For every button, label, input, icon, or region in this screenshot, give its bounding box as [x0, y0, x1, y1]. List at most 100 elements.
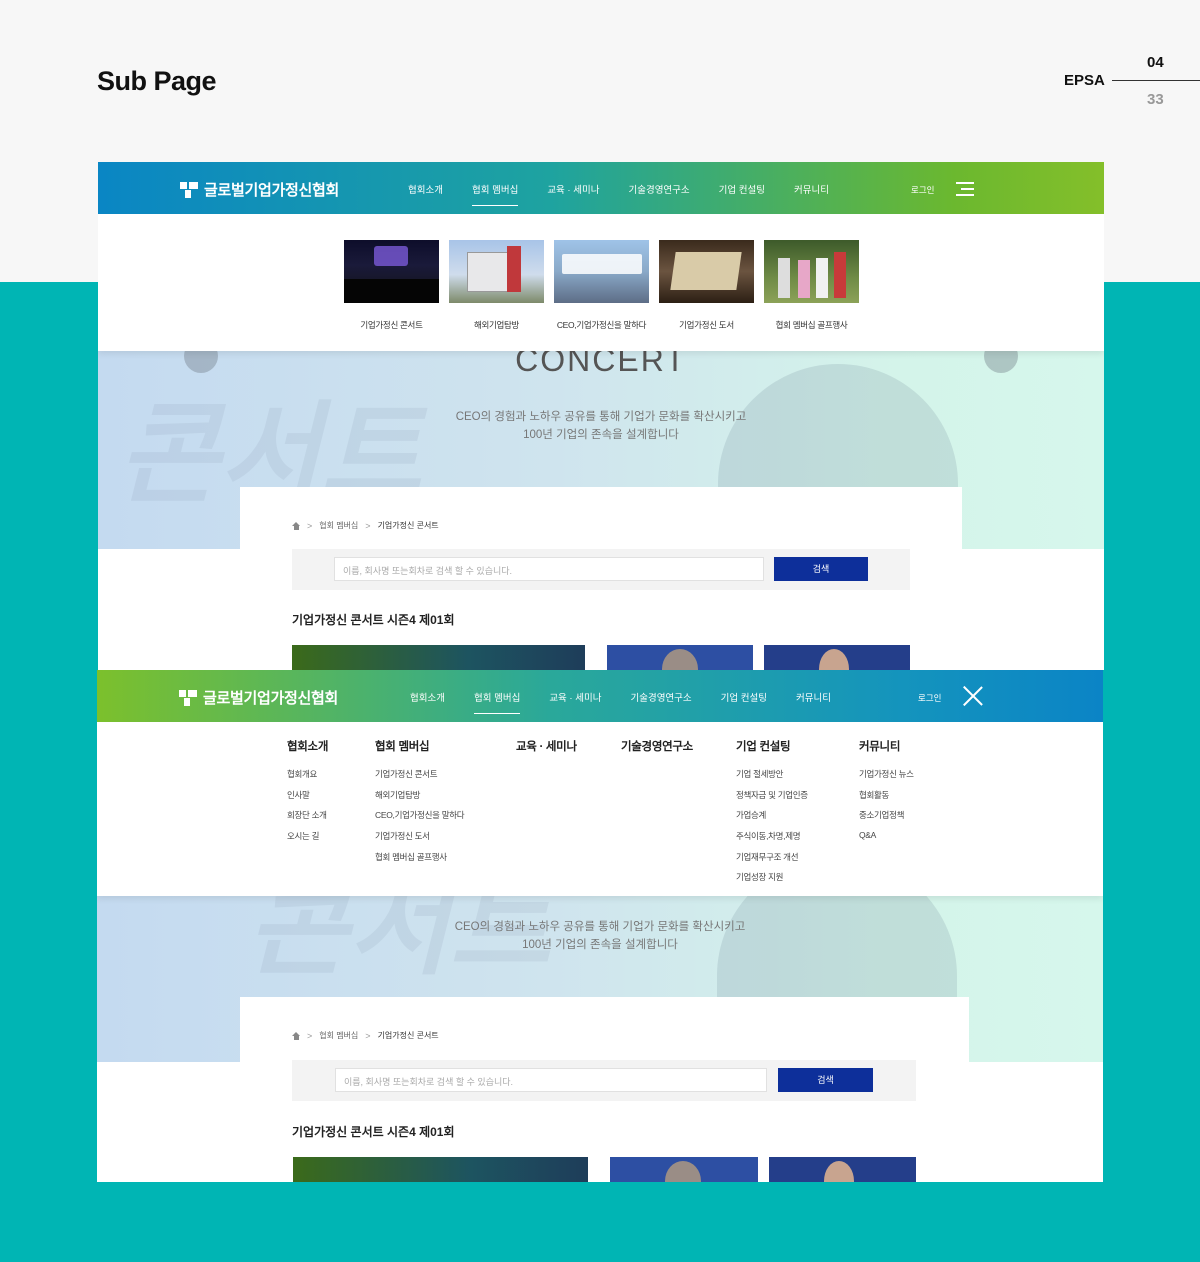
chevron-right-icon: >: [365, 520, 371, 531]
mega-link[interactable]: 회장단 소개: [287, 809, 328, 830]
mega-link[interactable]: 기업가정신 뉴스: [859, 768, 914, 789]
breadcrumb-current: 기업가정신 콘서트: [377, 521, 439, 530]
submenu-item-concert[interactable]: 기업가정신 콘서트: [344, 240, 439, 331]
global-nav: 글로벌기업가정신협회 협회소개 협회 멤버십 교육 · 세미나 기술경영연구소 …: [98, 162, 1104, 214]
mega-heading[interactable]: 협회 멤버십: [375, 738, 464, 754]
mega-link[interactable]: 기업재무구조 개선: [736, 851, 808, 872]
book-thumbnail: [659, 240, 754, 303]
search-bar: 이름, 회사명 또는회차로 검색 할 수 있습니다. 검색: [292, 1060, 916, 1101]
mega-heading[interactable]: 기술경영연구소: [621, 738, 693, 754]
mega-heading[interactable]: 커뮤니티: [859, 738, 914, 754]
mega-heading[interactable]: 협회소개: [287, 738, 328, 754]
section-title: 기업가정신 콘서트 시즌4 제01회: [292, 613, 455, 627]
submenu-item-overseas-tour[interactable]: 해외기업탐방: [449, 240, 544, 331]
menu-item-education[interactable]: 교육 · 세미나: [547, 182, 599, 196]
concert-thumbnail: [344, 240, 439, 303]
main-menu: 협회소개 협회 멤버십 교육 · 세미나 기술경영연구소 기업 컨설팅 커뮤니티: [408, 182, 829, 206]
close-icon[interactable]: [963, 686, 983, 706]
menu-item-membership[interactable]: 협회 멤버십: [471, 182, 519, 206]
submenu-item-golf[interactable]: 협회 멤버십 골프행사: [764, 240, 859, 331]
search-bar: 이름, 회사명 또는회차로 검색 할 수 있습니다. 검색: [292, 549, 910, 590]
search-input[interactable]: 이름, 회사명 또는회차로 검색 할 수 있습니다.: [335, 1068, 767, 1092]
mega-link[interactable]: 해외기업탐방: [375, 789, 464, 810]
photo-thumbnail[interactable]: [610, 1157, 758, 1182]
mega-link[interactable]: 협회개요: [287, 768, 328, 789]
mega-column-consulting: 기업 컨설팅 기업 절세방안 정책자금 및 기업인증 가업승계 주식이동,차명,…: [736, 738, 808, 892]
search-button[interactable]: 검색: [774, 557, 868, 581]
mega-link[interactable]: 인사말: [287, 789, 328, 810]
menu-item-consulting[interactable]: 기업 컨설팅: [719, 182, 765, 196]
video-thumbnail[interactable]: [293, 1157, 588, 1182]
mega-heading[interactable]: 기업 컨설팅: [736, 738, 808, 754]
home-icon[interactable]: [292, 521, 300, 530]
hero-tagline-1: CEO의 경험과 노하우 공유를 통해 기업가 문화를 확산시키고: [455, 411, 747, 423]
breadcrumb: > 협회 멤버십 > 기업가정신 콘서트: [292, 520, 439, 531]
mega-link[interactable]: 오시는 길: [287, 830, 328, 851]
mega-link[interactable]: 기업 절세방안: [736, 768, 808, 789]
site-logo[interactable]: 글로벌기업가정신협회: [179, 687, 338, 708]
submenu-item-ceo-talk[interactable]: CEO,기업가정신을 말하다: [554, 240, 649, 331]
menu-item-about[interactable]: 협회소개: [410, 690, 445, 704]
menu-item-about[interactable]: 협회소개: [408, 182, 443, 196]
ceo-thumbnail: [554, 240, 649, 303]
photo-thumbnail[interactable]: [607, 645, 753, 670]
menu-item-consulting[interactable]: 기업 컨설팅: [721, 690, 767, 704]
hamburger-icon[interactable]: [956, 182, 974, 196]
content-panel: > 협회 멤버십 > 기업가정신 콘서트 이름, 회사명 또는회차로 검색 할 …: [240, 487, 962, 670]
breadcrumb-level1[interactable]: 협회 멤버십: [319, 520, 358, 531]
mega-link[interactable]: 기업가정신 콘서트: [375, 768, 464, 789]
submenu-item-books[interactable]: 기업가정신 도서: [659, 240, 754, 331]
global-nav: 글로벌기업가정신협회 협회소개 협회 멤버십 교육 · 세미나 기술경영연구소 …: [97, 670, 1103, 722]
page-divider: [1112, 80, 1200, 81]
video-thumbnail[interactable]: [292, 645, 585, 670]
mega-link[interactable]: 기업성장 지원: [736, 871, 808, 892]
mega-column-community: 커뮤니티 기업가정신 뉴스 협회활동 중소기업정책 Q&A: [859, 738, 914, 851]
mega-link[interactable]: 주식이동,차명,제명: [736, 830, 808, 851]
section-title: 기업가정신 콘서트 시즌4 제01회: [292, 1125, 455, 1139]
breadcrumb-current: 기업가정신 콘서트: [377, 1031, 439, 1040]
mega-heading[interactable]: 교육 · 세미나: [516, 738, 577, 754]
mega-link[interactable]: CEO,기업가정신을 말하다: [375, 809, 465, 830]
login-link[interactable]: 로그인: [918, 692, 941, 704]
mega-link[interactable]: 협회 멤버십 골프행사: [375, 851, 464, 872]
page-total: 33: [1147, 91, 1164, 108]
mega-link[interactable]: 정책자금 및 기업인증: [736, 789, 808, 810]
search-button[interactable]: 검색: [778, 1068, 873, 1092]
breadcrumb-level1[interactable]: 협회 멤버십: [319, 1030, 358, 1041]
menu-item-education[interactable]: 교육 · 세미나: [549, 690, 601, 704]
chevron-right-icon: >: [307, 520, 313, 531]
photo-thumbnail[interactable]: [769, 1157, 916, 1182]
screenshot-megamenu-open: 콘서트 CEO의 경험과 노하우 공유를 통해 기업가 문화를 확산시키고 10…: [97, 670, 1103, 1182]
brand-label: EPSA: [1064, 72, 1105, 89]
search-input[interactable]: 이름, 회사명 또는회차로 검색 할 수 있습니다.: [334, 557, 764, 581]
site-logo[interactable]: 글로벌기업가정신협회: [180, 179, 339, 200]
membership-submenu: 기업가정신 콘서트 해외기업탐방 CEO,기업가정신을 말하다 기업가정신 도서…: [98, 214, 1104, 351]
mega-link[interactable]: Q&A: [859, 830, 914, 851]
mega-link[interactable]: 중소기업정책: [859, 809, 914, 830]
menu-item-research[interactable]: 기술경영연구소: [630, 690, 691, 704]
menu-item-research[interactable]: 기술경영연구소: [628, 182, 689, 196]
login-link[interactable]: 로그인: [911, 184, 934, 196]
mega-link[interactable]: 기업가정신 도서: [375, 830, 464, 851]
chevron-right-icon: >: [307, 1030, 313, 1041]
breadcrumb: > 협회 멤버십 > 기업가정신 콘서트: [292, 1030, 439, 1041]
golf-thumbnail: [764, 240, 859, 303]
mega-column-membership: 협회 멤버십 기업가정신 콘서트 해외기업탐방 CEO,기업가정신을 말하다 기…: [375, 738, 465, 872]
screenshot-submenu-open: 콘서트 CONCERT CEO의 경험과 노하우 공유를 통해 기업가 문화를 …: [98, 162, 1104, 670]
mega-menu: 협회소개 협회개요 인사말 회장단 소개 오시는 길 협회 멤버십 기업가정신 …: [97, 722, 1103, 896]
mega-link[interactable]: 협회활동: [859, 789, 914, 810]
logo-mark: [179, 689, 197, 706]
mega-column-about: 협회소개 협회개요 인사말 회장단 소개 오시는 길: [287, 738, 328, 851]
menu-item-community[interactable]: 커뮤니티: [794, 182, 829, 196]
menu-item-community[interactable]: 커뮤니티: [796, 690, 831, 704]
home-icon[interactable]: [292, 1031, 300, 1040]
mega-column-education: 교육 · 세미나: [516, 738, 577, 754]
page-title: Sub Page: [97, 66, 217, 96]
logo-mark: [180, 181, 198, 198]
menu-item-membership[interactable]: 협회 멤버십: [473, 690, 521, 714]
hero-tagline-2: 100년 기업의 존속을 설계합니다: [523, 429, 679, 441]
mega-column-research: 기술경영연구소: [621, 738, 693, 754]
mega-link[interactable]: 가업승계: [736, 809, 808, 830]
photo-thumbnail[interactable]: [764, 645, 910, 670]
main-menu: 협회소개 협회 멤버십 교육 · 세미나 기술경영연구소 기업 컨설팅 커뮤니티: [410, 690, 831, 714]
